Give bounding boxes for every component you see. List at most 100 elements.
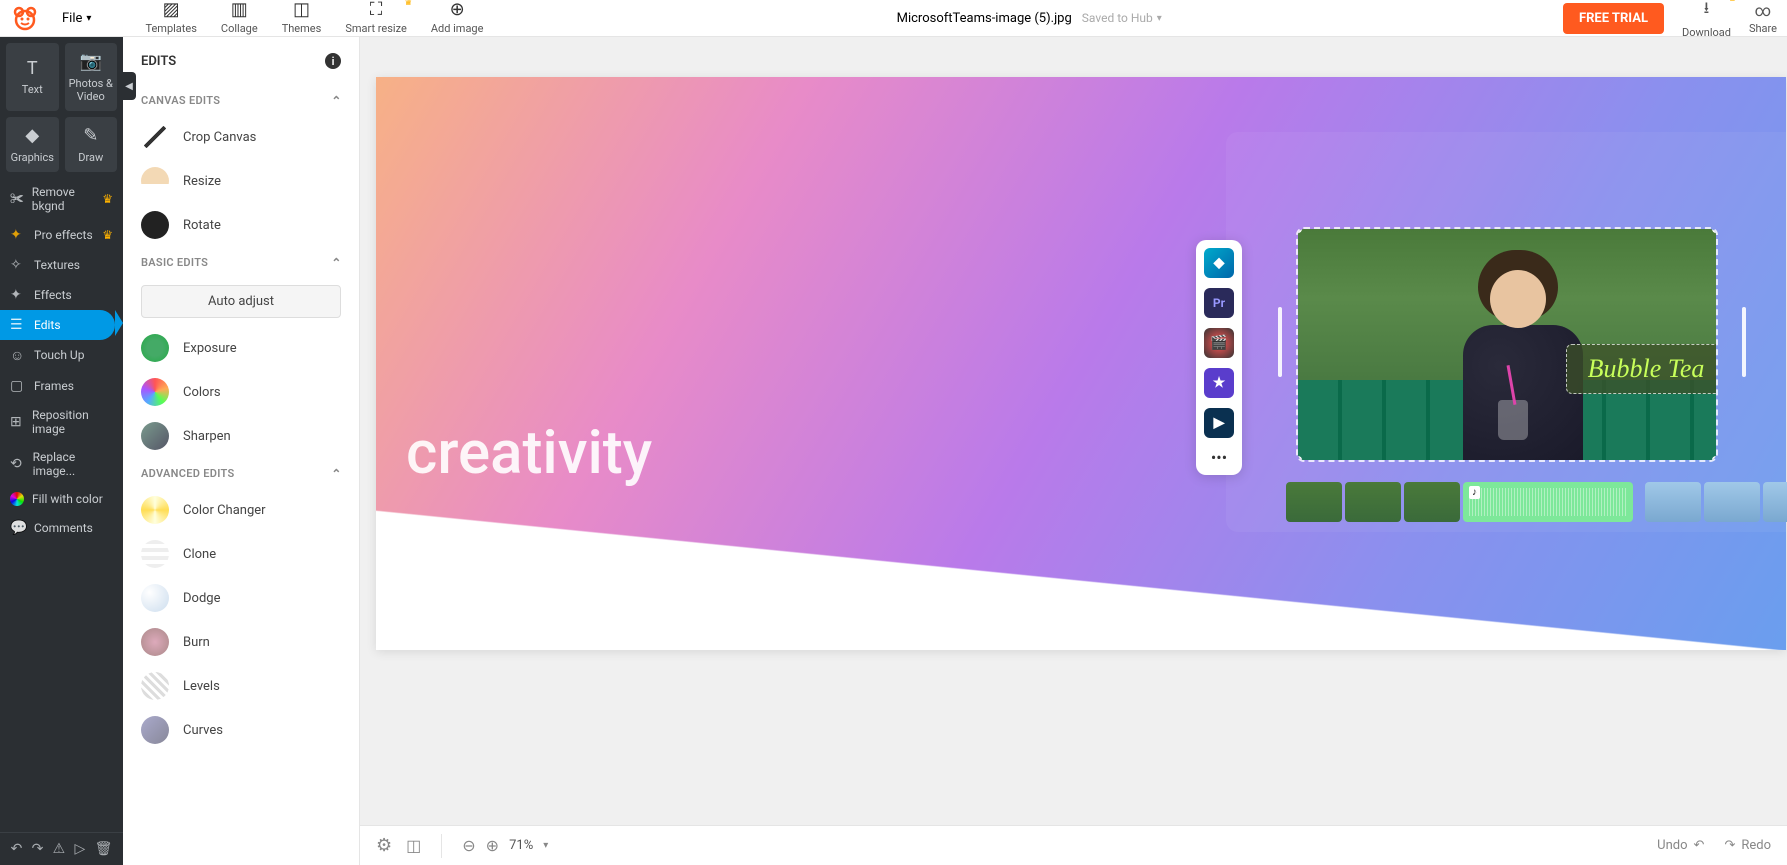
- clone-item[interactable]: Clone: [123, 532, 359, 576]
- rail-top-grid: T Text 📷 Photos & Video ◆ Graphics ✎ Dra…: [0, 37, 123, 178]
- clip: [1645, 482, 1701, 522]
- effects-item[interactable]: ✦ Effects: [0, 280, 123, 310]
- textures-icon: ✧: [10, 257, 26, 273]
- colors-item[interactable]: Colors: [123, 370, 359, 414]
- crown-icon: ♛: [404, 0, 413, 8]
- curves-item[interactable]: Curves: [123, 708, 359, 752]
- collapse-panel-button[interactable]: ◀: [123, 72, 136, 100]
- selected-photo: Bubble Tea: [1296, 227, 1718, 462]
- advanced-edits-section[interactable]: ADVANCED EDITS ⌄: [123, 458, 359, 488]
- text-icon: T: [27, 58, 38, 80]
- fill-with-color-item[interactable]: Fill with color: [0, 485, 123, 513]
- imovie-icon: ★: [1204, 368, 1234, 398]
- auto-adjust-button[interactable]: Auto adjust: [141, 285, 341, 318]
- slider-left: [1278, 307, 1282, 377]
- zoom-level[interactable]: 71%: [509, 838, 533, 853]
- undo-button[interactable]: Undo ↶: [1657, 838, 1704, 853]
- color-wheel-icon: [10, 492, 24, 506]
- clone-thumb: [141, 540, 169, 568]
- comments-item[interactable]: 💬 Comments: [0, 513, 123, 543]
- levels-item[interactable]: Levels: [123, 664, 359, 708]
- crop-canvas-item[interactable]: Crop Canvas: [123, 115, 359, 159]
- textures-item[interactable]: ✧ Textures: [0, 250, 123, 280]
- app-logo[interactable]: [0, 0, 50, 37]
- pro-effects-item[interactable]: ✦ Pro effects ♛: [0, 220, 123, 250]
- reposition-icon: ⊞: [10, 414, 24, 430]
- add-image-tool[interactable]: ⊕ Add image: [419, 0, 496, 39]
- color-changer-item[interactable]: Color Changer: [123, 488, 359, 532]
- dodge-item[interactable]: Dodge: [123, 576, 359, 620]
- zoom-out-button[interactable]: ⊖: [462, 836, 475, 855]
- frame-icon: ▢: [10, 378, 26, 394]
- themes-tool[interactable]: ◫ Themes: [270, 0, 334, 39]
- remove-bkgnd-item[interactable]: ✀ Remove bkgnd ♛: [0, 178, 123, 220]
- burn-item[interactable]: Burn: [123, 620, 359, 664]
- video-app-icon: ▶: [1204, 408, 1234, 438]
- filmora-icon: ◆: [1204, 248, 1234, 278]
- rail-footer: ↶ ↷ ⚠ ▷ 🗑: [0, 832, 123, 865]
- bottom-left: ⚙ ◫ ⊖ ⊕ 71% ▾: [376, 834, 548, 858]
- basic-edits-section[interactable]: BASIC EDITS ⌄: [123, 247, 359, 277]
- burn-thumb: [141, 628, 169, 656]
- chevron-down-icon[interactable]: ▾: [543, 840, 548, 851]
- file-menu[interactable]: File ▾: [50, 11, 103, 26]
- text-card[interactable]: T Text: [6, 43, 59, 111]
- warning-icon[interactable]: ⚠: [53, 841, 66, 857]
- slider-right: [1742, 307, 1746, 377]
- resize-item[interactable]: Resize: [123, 159, 359, 203]
- frames-item[interactable]: ▢ Frames: [0, 371, 123, 401]
- undo-icon[interactable]: ↶: [11, 841, 23, 857]
- info-icon[interactable]: i: [325, 53, 341, 69]
- levels-thumb: [141, 672, 169, 700]
- redo-button[interactable]: ↷ Redo: [1724, 838, 1771, 853]
- flag-icon[interactable]: ▷: [75, 841, 86, 857]
- replace-image-item[interactable]: ⟲ Replace image...: [0, 443, 123, 485]
- handle: [1712, 227, 1718, 233]
- crown-icon: ♛: [102, 192, 113, 206]
- redo-arrow-icon: ↷: [1724, 838, 1735, 853]
- draw-card[interactable]: ✎ Draw: [65, 117, 118, 172]
- share-icon: ∞: [1755, 1, 1771, 20]
- smart-resize-tool[interactable]: ♛ ⛶ Smart resize: [333, 0, 419, 39]
- photos-video-card[interactable]: 📷 Photos & Video: [65, 43, 118, 111]
- trash-icon[interactable]: 🗑: [95, 841, 113, 857]
- bottom-bar: ⚙ ◫ ⊖ ⊕ 71% ▾ Undo ↶ ↷ Redo: [360, 825, 1787, 865]
- effects-icon: ✦: [10, 287, 26, 303]
- document-title-area: MicrosoftTeams-image (5).jpg Saved to Hu…: [495, 11, 1562, 26]
- main-area: T Text 📷 Photos & Video ◆ Graphics ✎ Dra…: [0, 37, 1787, 865]
- redo-icon[interactable]: ↷: [32, 841, 44, 857]
- chevron-up-icon: ⌄: [331, 466, 341, 480]
- chevron-left-icon: ◀: [125, 81, 133, 92]
- canvas-area: creativity ◆ Pr 🎬 ★ ▶ •••: [360, 37, 1787, 865]
- templates-tool[interactable]: ▨ Templates: [133, 0, 208, 39]
- zoom-in-button[interactable]: ⊕: [486, 836, 499, 855]
- undo-arrow-icon: ↶: [1694, 838, 1705, 853]
- handle: [1296, 456, 1302, 462]
- sharpen-item[interactable]: Sharpen: [123, 414, 359, 458]
- templates-icon: ▨: [163, 0, 180, 20]
- canvas-viewport[interactable]: creativity ◆ Pr 🎬 ★ ▶ •••: [360, 37, 1787, 825]
- download-button[interactable]: ♛ ⭳ Download: [1682, 0, 1731, 39]
- sharpen-thumb: [141, 422, 169, 450]
- touch-up-item[interactable]: ☺ Touch Up: [0, 340, 123, 371]
- layout-icon[interactable]: ◫: [406, 836, 421, 855]
- clip: [1404, 482, 1460, 522]
- edits-item[interactable]: ☰ Edits: [0, 310, 115, 340]
- collage-tool[interactable]: ▥ Collage: [209, 0, 270, 39]
- pencil-icon: ✎: [83, 125, 98, 147]
- document-name[interactable]: MicrosoftTeams-image (5).jpg: [897, 11, 1072, 26]
- download-icon: ⭳: [1704, 0, 1710, 24]
- saved-status[interactable]: Saved to Hub ▾: [1082, 11, 1162, 25]
- reposition-image-item[interactable]: ⊞ Reposition image: [0, 401, 123, 443]
- canvas-edits-section[interactable]: CANVAS EDITS ⌄: [123, 85, 359, 115]
- dock-more-icon: •••: [1204, 448, 1234, 467]
- graphics-card[interactable]: ◆ Graphics: [6, 117, 59, 172]
- share-button[interactable]: ∞ Share: [1749, 1, 1777, 35]
- free-trial-button[interactable]: FREE TRIAL: [1563, 3, 1664, 34]
- rotate-item[interactable]: Rotate: [123, 203, 359, 247]
- smart-resize-icon: ⛶: [370, 0, 383, 20]
- bottom-right: Undo ↶ ↷ Redo: [1657, 838, 1771, 853]
- exposure-item[interactable]: Exposure: [123, 326, 359, 370]
- canvas-image[interactable]: creativity ◆ Pr 🎬 ★ ▶ •••: [376, 77, 1786, 650]
- settings-icon[interactable]: ⚙: [376, 835, 392, 856]
